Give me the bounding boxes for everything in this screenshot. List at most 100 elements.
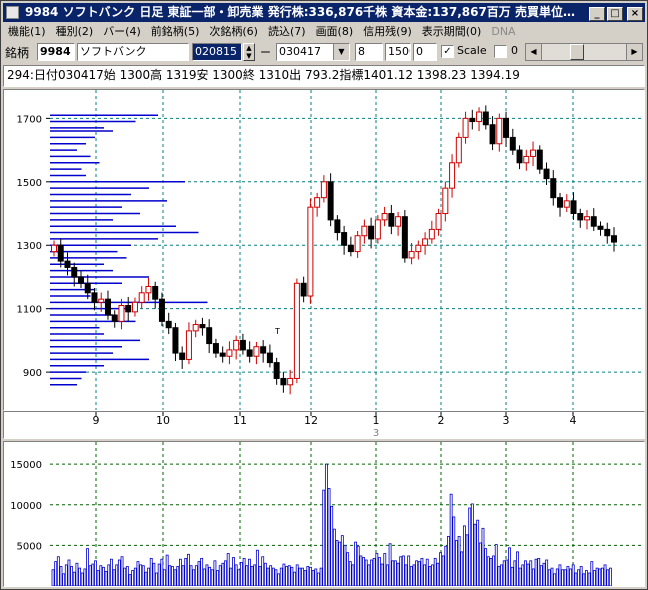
candle-body bbox=[489, 124, 496, 145]
volume-bar bbox=[234, 564, 238, 587]
volume-bar bbox=[54, 561, 58, 587]
candle-body bbox=[260, 346, 267, 354]
price-chart: 1700 1500 1300 1100 900 T bbox=[17, 90, 644, 410]
candle-body bbox=[415, 244, 422, 253]
option-checkbox[interactable] bbox=[494, 45, 507, 58]
menu-bar-type[interactable]: バー(4) bbox=[98, 23, 146, 41]
volume-bar bbox=[484, 548, 488, 587]
volume-bar bbox=[247, 558, 251, 587]
volume-bar bbox=[478, 542, 482, 587]
candle-body bbox=[253, 346, 260, 357]
volume-bar bbox=[545, 559, 549, 587]
volume-bar bbox=[279, 567, 283, 587]
volume-bar bbox=[322, 489, 326, 587]
volume-bar bbox=[502, 560, 506, 587]
date-range-dash: ー bbox=[260, 46, 271, 59]
volume-bar bbox=[78, 567, 81, 587]
date-from-spinner[interactable]: ▲ ▼ bbox=[243, 43, 255, 61]
volume-bar bbox=[218, 565, 222, 587]
offset-input[interactable]: 0 bbox=[413, 43, 437, 61]
menu-margin[interactable]: 信用残(9) bbox=[358, 23, 417, 41]
scale-checkbox[interactable]: ✓ bbox=[441, 45, 454, 58]
period-input[interactable]: 8 bbox=[355, 43, 383, 61]
scroll-right-icon[interactable]: ▶ bbox=[626, 44, 642, 60]
volume-bar bbox=[489, 557, 493, 587]
volume-bar bbox=[237, 569, 241, 587]
horizontal-scrollbar[interactable]: ◀ ▶ bbox=[525, 43, 643, 61]
scroll-left-icon[interactable]: ◀ bbox=[526, 44, 542, 60]
volume-bar bbox=[205, 564, 209, 587]
volume-bar bbox=[232, 557, 235, 587]
close-button[interactable]: × bbox=[627, 7, 643, 21]
candle-body bbox=[118, 305, 125, 322]
menu-prev-stock[interactable]: 前銘柄(5) bbox=[146, 23, 205, 41]
date-to-select[interactable]: 030417 ▼ bbox=[276, 43, 350, 61]
volume-bar bbox=[83, 568, 87, 587]
volume-bar bbox=[590, 561, 594, 587]
volume-bar bbox=[91, 563, 95, 587]
volume-bar bbox=[107, 564, 111, 587]
candle-body bbox=[368, 225, 375, 240]
candle-body bbox=[584, 216, 591, 221]
scale-label: Scale bbox=[457, 44, 487, 57]
volume-bar bbox=[115, 564, 119, 587]
menu-function[interactable]: 機能(1) bbox=[3, 23, 51, 41]
volume-bar bbox=[415, 560, 419, 587]
volume-bar bbox=[510, 566, 514, 587]
candle-body bbox=[455, 136, 462, 164]
volume-bar bbox=[534, 558, 538, 587]
price-tick-label: 1300 bbox=[17, 241, 42, 252]
chevron-down-icon[interactable]: ▼ bbox=[333, 44, 349, 60]
volume-bar bbox=[383, 553, 387, 587]
volume-bar bbox=[566, 566, 570, 587]
volume-bar bbox=[351, 564, 355, 587]
month-label: 12 bbox=[304, 414, 318, 427]
candle-body bbox=[287, 377, 294, 386]
volume-bar bbox=[364, 559, 368, 587]
volume-bar bbox=[555, 568, 559, 587]
window-title: 9984 ソフトバンク 日足 東証一部・卸売業 発行株:336,876千株 資本… bbox=[25, 5, 575, 19]
menu-load[interactable]: 読込(7) bbox=[263, 23, 311, 41]
minimize-button[interactable]: _ bbox=[589, 7, 605, 21]
candle-body bbox=[476, 111, 483, 123]
candle-body bbox=[111, 314, 118, 322]
volume-bar bbox=[608, 567, 612, 587]
menu-display-period[interactable]: 表示期間(0) bbox=[417, 23, 487, 41]
volume-bar bbox=[117, 559, 121, 587]
menu-type[interactable]: 種別(2) bbox=[51, 23, 99, 41]
volume-bar bbox=[412, 564, 416, 587]
candle-body bbox=[503, 117, 510, 138]
candle-body bbox=[219, 352, 226, 357]
volume-bar bbox=[481, 527, 485, 587]
volume-bar bbox=[388, 543, 392, 587]
menu-screen[interactable]: 画面(8) bbox=[311, 23, 359, 41]
candle-body bbox=[273, 362, 280, 379]
scroll-thumb[interactable] bbox=[570, 44, 584, 60]
volume-bar bbox=[94, 560, 97, 587]
count-input[interactable]: 1500 bbox=[385, 43, 411, 61]
name-input[interactable]: ソフトバンク bbox=[77, 43, 189, 61]
volume-bar bbox=[343, 544, 347, 587]
candle-body bbox=[199, 324, 206, 329]
title-bar: 9984 ソフトバンク 日足 東証一部・卸売業 発行株:336,876千株 資本… bbox=[3, 3, 645, 22]
volume-bar bbox=[391, 560, 395, 587]
volume-bar bbox=[468, 507, 472, 587]
code-input[interactable]: 9984 bbox=[37, 43, 75, 61]
volume-bar bbox=[226, 553, 230, 587]
volume-bar bbox=[563, 569, 567, 587]
volume-bar bbox=[184, 557, 188, 587]
volume-bar bbox=[455, 540, 458, 587]
candle-body bbox=[165, 320, 172, 329]
volume-bar bbox=[431, 564, 434, 587]
volume-bar bbox=[194, 565, 198, 587]
candle-body bbox=[361, 225, 368, 237]
volume-bar bbox=[348, 561, 352, 587]
volume-bar bbox=[263, 562, 267, 587]
candle-body bbox=[138, 292, 145, 303]
maximize-button[interactable]: □ bbox=[607, 7, 623, 21]
volume-bar bbox=[189, 565, 193, 587]
volume-bar bbox=[327, 488, 331, 587]
menu-next-stock[interactable]: 次銘柄(6) bbox=[204, 23, 263, 41]
candle-body bbox=[401, 216, 408, 259]
date-from-input[interactable]: 020815 bbox=[192, 43, 242, 61]
